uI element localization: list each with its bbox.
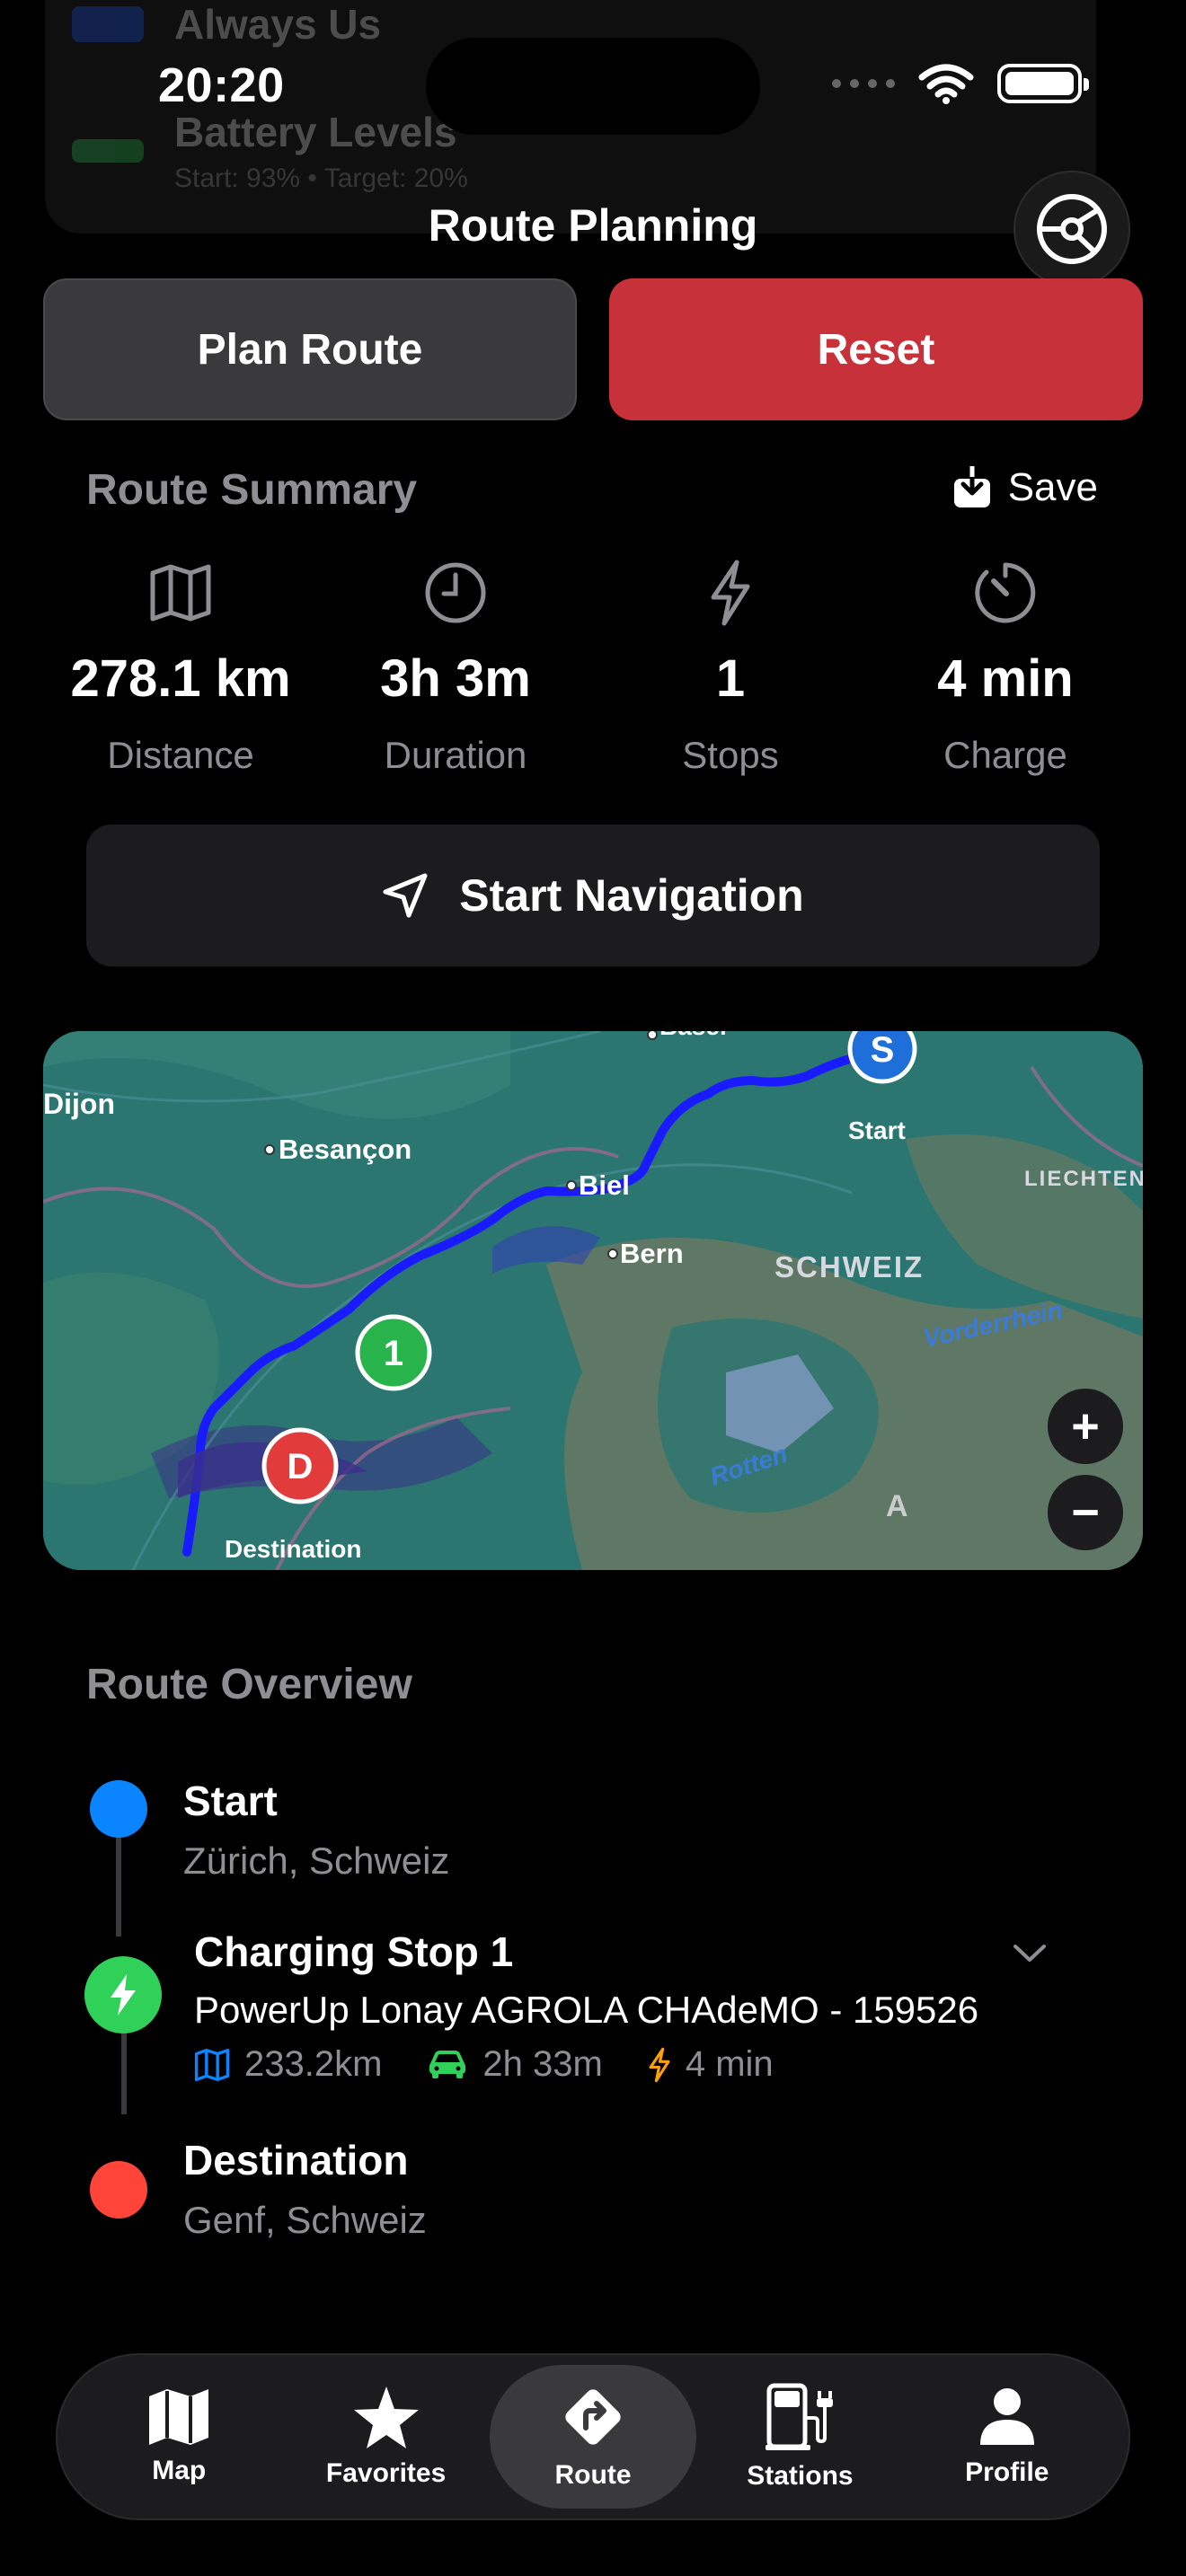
map-label-start: Start <box>848 1116 906 1144</box>
zoom-in-button[interactable]: + <box>1048 1389 1123 1464</box>
map-label-dijon: Dijon <box>43 1088 115 1120</box>
tab-label: Route <box>554 2460 632 2490</box>
page-title: Route Planning <box>428 200 758 251</box>
signal-dots-icon <box>832 79 895 88</box>
stat-value: 3h 3m <box>380 649 531 708</box>
start-navigation-button[interactable]: Start Navigation <box>86 825 1100 966</box>
route-stats: 278.1 km Distance 3h 3m Duration 1 Stops <box>43 557 1143 777</box>
start-dot <box>90 1780 147 1838</box>
stat-label: Stops <box>682 734 779 776</box>
stat-label: Distance <box>107 734 254 776</box>
dynamic-island <box>426 38 760 135</box>
start-marker[interactable]: S <box>847 1031 917 1084</box>
ghost-row-2: Battery Levels Start: 93% • Target: 20% <box>72 108 468 194</box>
stat-value: 278.1 km <box>70 649 291 708</box>
start-location: Zürich, Schweiz <box>183 1839 450 1882</box>
tab-label: Favorites <box>325 2458 447 2488</box>
reset-button[interactable]: Reset <box>609 278 1143 420</box>
timeline-connector <box>121 2030 127 2114</box>
charging-stop-dot <box>84 1956 162 2033</box>
stat-label: Charge <box>943 734 1067 776</box>
zoom-out-button[interactable]: − <box>1048 1475 1123 1550</box>
clock-icon <box>425 562 486 623</box>
car-icon <box>72 6 144 42</box>
battery-icon <box>997 64 1089 103</box>
map-label-basel: Basel <box>659 1031 727 1040</box>
tab-favorites[interactable]: Favorites <box>282 2365 489 2509</box>
settings-button[interactable] <box>1013 171 1130 287</box>
status-time: 20:20 <box>158 58 285 112</box>
map-label-liechtenstein: LIECHTEN <box>1024 1167 1143 1191</box>
stat-value: 1 <box>715 649 746 708</box>
stat-charge: 4 min Charge <box>868 557 1143 777</box>
map-label-bern: Bern <box>620 1238 684 1269</box>
battery-level-icon <box>72 139 144 163</box>
charging-stop-title: Charging Stop 1 <box>194 1928 514 1975</box>
map-icon <box>150 564 211 622</box>
map-label-besancon: Besançon <box>279 1134 412 1165</box>
status-icons <box>832 63 1089 104</box>
bolt-icon <box>649 2047 670 2082</box>
destination-dot <box>90 2161 147 2219</box>
destination-location: Genf, Schweiz <box>183 2199 427 2241</box>
tab-label: Stations <box>747 2461 854 2491</box>
route-map[interactable]: Dijon Besançon Biel Bern Basel SCHWEIZ L… <box>43 1031 1143 1570</box>
map-icon <box>194 2048 230 2081</box>
start-navigation-label: Start Navigation <box>459 870 804 921</box>
start-title: Start <box>183 1778 278 1824</box>
wifi-icon <box>918 64 974 104</box>
charging-stop-meta: 233.2km 2h 33m 4 min <box>194 2044 774 2085</box>
save-button[interactable]: Save <box>952 465 1098 510</box>
car-icon <box>429 2050 466 2078</box>
map-icon <box>149 2389 209 2445</box>
svg-text:1: 1 <box>384 1334 403 1373</box>
person-icon <box>979 2388 1034 2445</box>
steering-wheel-icon <box>1037 194 1107 264</box>
timer-icon <box>975 562 1036 623</box>
route-sign-icon <box>565 2389 621 2445</box>
download-icon <box>953 466 990 507</box>
star-icon <box>353 2386 419 2448</box>
save-label: Save <box>1007 465 1098 509</box>
bolt-icon <box>711 560 750 626</box>
ghost-row-subtitle: Start: 93% • Target: 20% <box>174 163 468 193</box>
charging-stop-marker[interactable]: 1 <box>355 1314 432 1391</box>
chevron-down-icon[interactable] <box>1012 1942 1048 1965</box>
plan-route-button[interactable]: Plan Route <box>43 278 577 420</box>
destination-marker[interactable]: D <box>261 1427 339 1504</box>
svg-text:S: S <box>871 1031 895 1070</box>
stat-stops: 1 Stops <box>593 557 868 777</box>
stop-distance: 233.2km <box>244 2044 383 2084</box>
tab-bar: Map Favorites Route Stations Profile <box>56 2353 1130 2520</box>
stat-distance: 278.1 km Distance <box>43 557 318 777</box>
tab-map[interactable]: Map <box>75 2365 282 2509</box>
fuel-pump-icon <box>766 2383 834 2450</box>
tab-stations[interactable]: Stations <box>696 2365 903 2509</box>
tab-route[interactable]: Route <box>489 2365 697 2509</box>
ghost-row-title: Always Us <box>174 1 382 48</box>
route-summary-title: Route Summary <box>86 466 418 514</box>
ghost-row-1: Always Us <box>72 0 381 49</box>
tab-label: Profile <box>965 2457 1049 2487</box>
map-label-biel: Biel <box>579 1169 630 1201</box>
ghost-row-title: Battery Levels <box>174 109 457 155</box>
stat-value: 4 min <box>937 649 1074 708</box>
map-label-a: A <box>886 1489 908 1523</box>
destination-title: Destination <box>183 2137 409 2183</box>
stop-drive-time: 2h 33m <box>482 2044 603 2084</box>
timeline-connector <box>116 1832 121 1936</box>
charging-station-name: PowerUp Lonay AGROLA CHAdeMO - 159526 <box>194 1989 979 2031</box>
svg-text:D: D <box>288 1447 314 1486</box>
tab-label: Map <box>152 2456 207 2485</box>
navigation-arrow-icon <box>383 873 428 918</box>
map-label-schweiz: SCHWEIZ <box>774 1250 924 1284</box>
stat-label: Duration <box>384 734 527 776</box>
tab-profile[interactable]: Profile <box>904 2365 1111 2509</box>
route-overview-title: Route Overview <box>86 1661 412 1708</box>
stat-duration: 3h 3m Duration <box>318 557 593 777</box>
stop-charge-time: 4 min <box>685 2044 774 2084</box>
bolt-icon <box>111 1974 136 2016</box>
map-label-destination: Destination <box>225 1535 361 1563</box>
